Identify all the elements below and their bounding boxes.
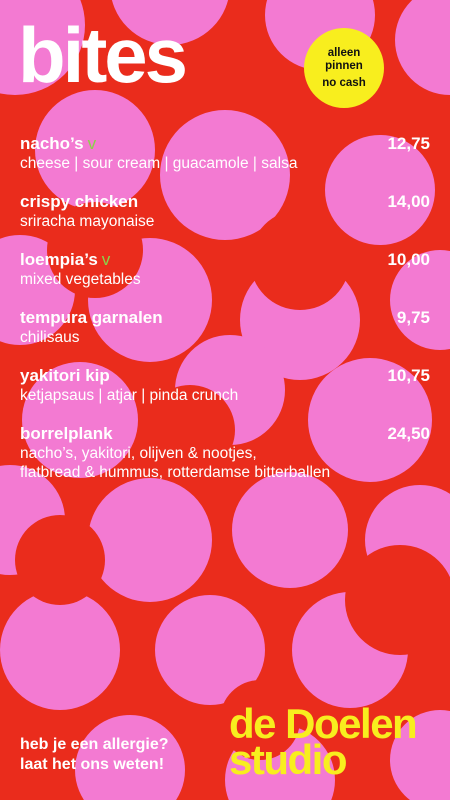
item-name: borrelplank xyxy=(20,424,113,443)
menu-list: nacho’s v 12,75 cheese | sour cream | gua… xyxy=(20,134,430,501)
badge-line-2: pinnen xyxy=(325,59,363,72)
item-description-line-1: nacho’s, yakitori, olijven & nootjes, xyxy=(20,445,257,462)
menu-board: bites alleen pinnen no cash nacho’s v 12,… xyxy=(0,0,450,800)
menu-item-nachos: nacho’s v 12,75 cheese | sour cream | gua… xyxy=(20,134,430,173)
item-name: tempura garnalen xyxy=(20,308,163,327)
badge-line-1: alleen xyxy=(327,46,361,59)
logo-line-2: studio xyxy=(229,736,347,783)
item-name: yakitori kip xyxy=(20,366,110,385)
allergy-notice: heb je een allergie? laat het ons weten! xyxy=(20,735,169,775)
page-title: bites xyxy=(18,11,188,99)
badge-line-3: no cash xyxy=(322,76,366,89)
item-description: mixed vegetables xyxy=(20,271,141,288)
menu-item-tempura-garnalen: tempura garnalen 9,75 chilisaus xyxy=(20,308,430,347)
item-description: chilisaus xyxy=(20,329,80,346)
item-description: sriracha mayonaise xyxy=(20,213,155,230)
vegetarian-mark: v xyxy=(87,134,97,153)
item-price: 10,00 xyxy=(387,250,430,269)
item-price: 14,00 xyxy=(387,192,430,211)
allergy-line-2: laat het ons weten! xyxy=(20,756,165,773)
item-price: 9,75 xyxy=(396,308,430,327)
payment-badge: alleen pinnen no cash xyxy=(304,28,384,108)
item-description: ketjapsaus | atjar | pinda crunch xyxy=(20,387,239,404)
vegetarian-mark: v xyxy=(101,250,111,269)
item-name: crispy chicken xyxy=(20,192,139,211)
item-name: loempia’s xyxy=(20,250,98,269)
menu-item-borrelplank: borrelplank 24,50 nacho’s, yakitori, oli… xyxy=(20,424,430,482)
item-description-line-2: flatbread & hummus, rotterdamse bitterba… xyxy=(20,464,331,481)
menu-item-loempias: loempia’s v 10,00 mixed vegetables xyxy=(20,250,430,289)
allergy-line-1: heb je een allergie? xyxy=(20,736,169,753)
de-doelen-studio-logo: de Doelen studio xyxy=(229,703,418,783)
menu-item-crispy-chicken: crispy chicken 14,00 sriracha mayonaise xyxy=(20,192,430,231)
menu-item-yakitori-kip: yakitori kip 10,75 ketjapsaus | atjar | … xyxy=(20,366,430,405)
item-price: 12,75 xyxy=(387,134,430,153)
item-price: 10,75 xyxy=(387,366,430,385)
item-description: cheese | sour cream | guacamole | salsa xyxy=(20,155,298,172)
item-price: 24,50 xyxy=(387,424,430,443)
item-name: nacho’s xyxy=(20,134,84,153)
